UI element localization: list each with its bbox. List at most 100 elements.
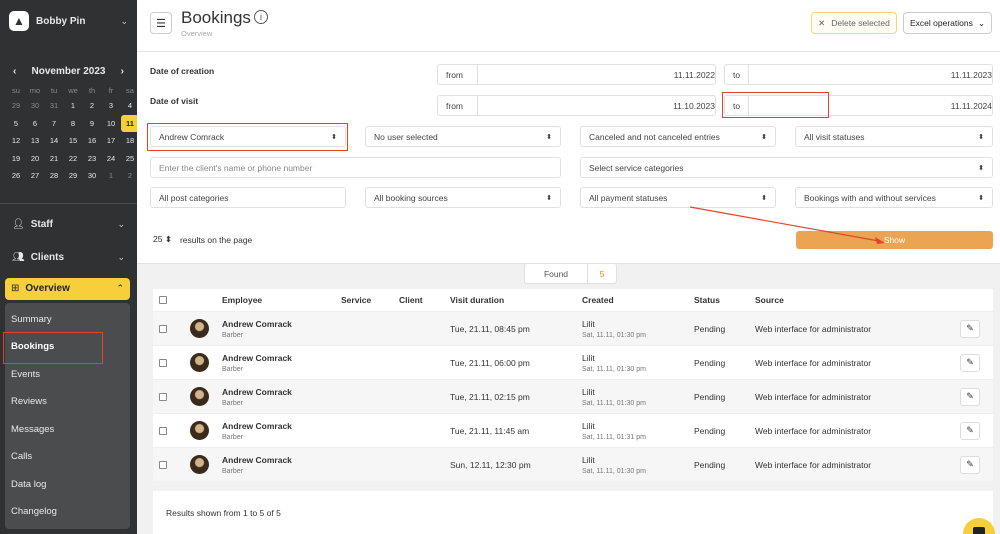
delete-selected-button[interactable]: ✕ Delete selected	[811, 12, 897, 34]
breadcrumb: Overview	[181, 29, 213, 38]
select-arrows-icon: ⬍	[978, 194, 984, 202]
calendar-day[interactable]: 14	[45, 132, 63, 150]
menu-button[interactable]: ☰	[150, 12, 172, 34]
to-label: to	[725, 65, 749, 84]
per-page-select[interactable]: 25 ⬍	[153, 234, 172, 245]
chevron-down-icon: ⌄	[117, 218, 125, 229]
source: Web interface for administrator	[755, 323, 872, 334]
calendar-day[interactable]: 15	[64, 132, 82, 150]
booking-sources-select[interactable]: All booking sources ⬍	[365, 187, 561, 208]
calendar-day[interactable]: 17	[102, 132, 120, 150]
created-at: Sat, 11.11, 01:30 pm	[582, 365, 646, 373]
visit-status-select[interactable]: All visit statuses ⬍	[795, 126, 993, 147]
creation-from-field[interactable]: from 11.11.2022	[437, 64, 716, 85]
row-checkbox[interactable]	[159, 358, 167, 367]
edit-button[interactable]: ✎	[960, 455, 980, 474]
calendar-day[interactable]: 23	[83, 150, 101, 168]
entries-select[interactable]: Canceled and not canceled entries ⬍	[580, 126, 776, 147]
service-categories-select[interactable]: Select service categories ⬍	[580, 157, 993, 178]
table-row[interactable]: Andrew Comrack Barber Sun, 12.11, 12:30 pm…	[153, 447, 993, 481]
sidebar-item-data-log[interactable]: Data log	[5, 471, 130, 499]
calendar-day[interactable]: 12	[7, 132, 25, 150]
visit-status-select-value: All visit statuses	[804, 131, 865, 142]
sidebar-item-staff[interactable]: 👤︎ Staff ⌄	[0, 208, 137, 241]
calendar-day[interactable]: 1	[64, 97, 82, 115]
sidebar-item-calls[interactable]: Calls	[5, 443, 130, 471]
weekday-label: fr	[108, 85, 114, 95]
calendar-day[interactable]: 29	[7, 97, 25, 115]
calendar-day[interactable]: 9	[83, 115, 101, 133]
next-month-button[interactable]: ›	[121, 66, 124, 77]
table-row[interactable]: Andrew Comrack Barber Tue, 21.11, 11:45 am…	[153, 413, 993, 447]
sidebar-item-messages[interactable]: Messages	[5, 416, 130, 444]
status: Pending	[694, 357, 726, 368]
calendar-day[interactable]: 1	[102, 167, 120, 185]
entries-select-value: Canceled and not canceled entries	[589, 131, 720, 142]
calendar-day[interactable]: 3	[102, 97, 120, 115]
sidebar-item-events[interactable]: Events	[5, 361, 130, 389]
info-icon[interactable]: i	[254, 10, 268, 24]
calendar-day[interactable]: 24	[102, 150, 120, 168]
creation-to-value: 11.11.2023	[950, 69, 992, 80]
calendar-day[interactable]: 28	[45, 167, 63, 185]
calendar-day[interactable]: 7	[45, 115, 63, 133]
sidebar-item-clients[interactable]: 👥︎ Clients ⌄	[0, 241, 137, 274]
edit-button[interactable]: ✎	[960, 421, 980, 440]
prev-month-button[interactable]: ‹	[13, 66, 16, 77]
employee-role: Barber	[222, 433, 244, 441]
table-row[interactable]: Andrew Comrack Barber Tue, 21.11, 08:45 pm…	[153, 311, 993, 345]
calendar-day[interactable]: 31	[45, 97, 63, 115]
calendar-day[interactable]: 5	[7, 115, 25, 133]
calendar-day[interactable]: 19	[7, 150, 25, 168]
calendar-day[interactable]: 30	[26, 97, 44, 115]
calendar-day[interactable]: 21	[45, 150, 63, 168]
calendar-day[interactable]: 8	[64, 115, 82, 133]
sidebar-item-overview[interactable]: ⊞ Overview ⌃	[5, 277, 130, 300]
calendar-day[interactable]: 2	[83, 97, 101, 115]
sidebar-item-summary[interactable]: Summary	[5, 306, 130, 334]
created-at: Sat, 11.11, 01:30 pm	[582, 331, 646, 339]
chevron-down-icon[interactable]: ⌄	[120, 16, 128, 27]
table-body: Andrew Comrack Barber Tue, 21.11, 08:45 pm…	[153, 311, 993, 481]
creation-to-field[interactable]: to 11.11.2023	[724, 64, 993, 85]
client-search-placeholder: Enter the client's name or phone number	[159, 162, 313, 173]
calendar-day[interactable]: 6	[26, 115, 44, 133]
table-row[interactable]: Andrew Comrack Barber Tue, 21.11, 06:00 pm…	[153, 345, 993, 379]
pencil-icon: ✎	[966, 357, 974, 367]
visit-from-field[interactable]: from 11.10.2023	[437, 95, 716, 116]
calendar-day[interactable]: 22	[64, 150, 82, 168]
created-at: Sat, 11.11, 01:30 pm	[582, 399, 646, 407]
calendar-day[interactable]: 10	[102, 115, 120, 133]
pencil-icon: ✎	[966, 425, 974, 435]
column-header: Client	[399, 295, 423, 305]
edit-button[interactable]: ✎	[960, 319, 980, 338]
calendar-day[interactable]: 13	[26, 132, 44, 150]
calendar-month: November 2023	[31, 65, 106, 77]
row-checkbox[interactable]	[159, 426, 167, 435]
table-row[interactable]: Andrew Comrack Barber Tue, 21.11, 02:15 pm…	[153, 379, 993, 413]
edit-button[interactable]: ✎	[960, 353, 980, 372]
calendar-grid: su mo tu we th fr sa 29 30 31 1 2 3 4 5 6 7 8 9 10 11 12 13 14 1…	[5, 83, 139, 185]
calendar-day[interactable]: 30	[83, 167, 101, 185]
excel-operations-button[interactable]: Excel operations ⌄	[903, 12, 992, 34]
sidebar-item-reviews[interactable]: Reviews	[5, 388, 130, 416]
row-checkbox[interactable]	[159, 392, 167, 401]
client-search-input[interactable]: Enter the client's name or phone number	[150, 157, 561, 178]
post-categories-select[interactable]: All post categories	[150, 187, 346, 208]
per-page-control[interactable]: 25 ⬍ results on the page	[153, 234, 252, 245]
calendar-day[interactable]: 16	[83, 132, 101, 150]
select-all-checkbox[interactable]	[159, 296, 167, 304]
user-select[interactable]: No user selected ⬍	[365, 126, 561, 147]
calendar-day[interactable]: 26	[7, 167, 25, 185]
sidebar-item-changelog[interactable]: Changelog	[5, 498, 130, 526]
row-checkbox[interactable]	[159, 460, 167, 469]
chevron-down-icon: ⌄	[117, 251, 125, 262]
highlight-box	[147, 123, 348, 151]
mini-calendar: ‹ November 2023 › su mo tu we th fr sa 29 30 31 1 2…	[0, 64, 139, 185]
edit-button[interactable]: ✎	[960, 387, 980, 406]
row-checkbox[interactable]	[159, 324, 167, 333]
brand-header[interactable]: ▲ Bobby Pin ⌄	[0, 0, 137, 42]
calendar-day[interactable]: 29	[64, 167, 82, 185]
calendar-day[interactable]: 20	[26, 150, 44, 168]
calendar-day[interactable]: 27	[26, 167, 44, 185]
